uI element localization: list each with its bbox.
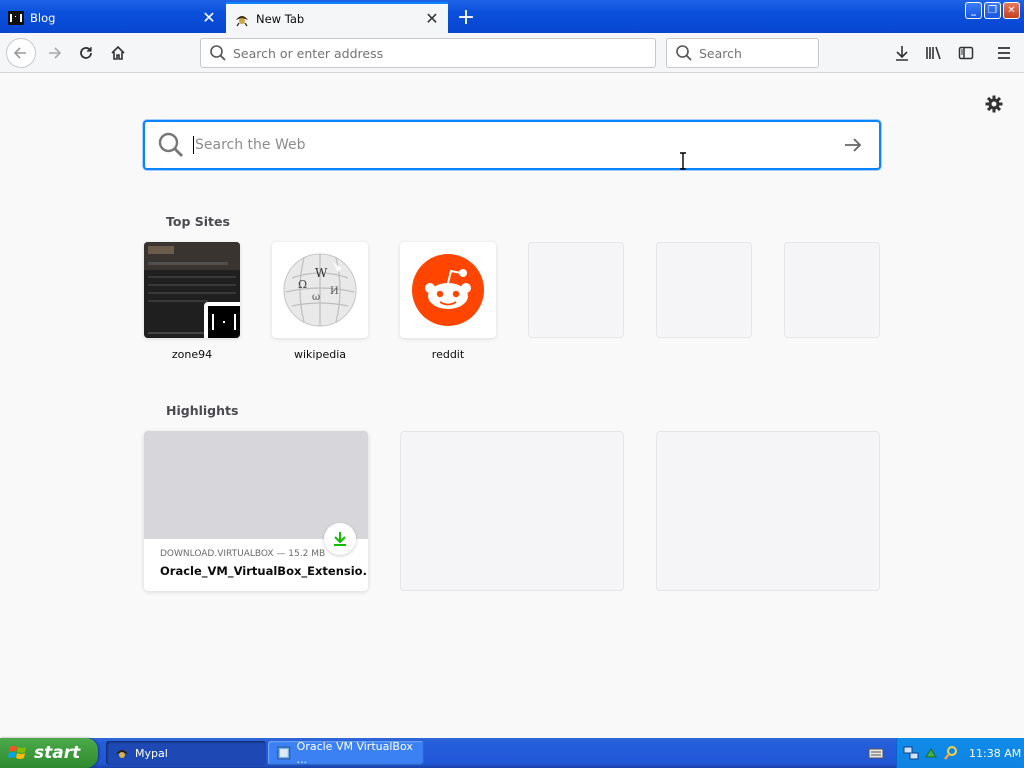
top-site-tile-empty[interactable] [528,242,624,338]
arrow-right-icon[interactable] [841,133,865,157]
top-site-label: wikipedia [293,348,346,361]
reload-button[interactable] [72,39,100,67]
highlight-title: Oracle_VM_VirtualBox_Extensio... [160,564,368,578]
download-icon [896,46,908,61]
window-controls: _ ❐ ✕ [965,2,1020,19]
top-site-tile-empty[interactable] [784,242,880,338]
taskbar-item-label: Mypal [135,746,168,760]
taskbar-item-mypal[interactable]: Mypal [106,741,266,765]
settings-gear-icon[interactable] [984,94,1004,114]
mypal-favicon-icon [236,15,248,26]
search-icon [210,45,226,61]
tab-new-tab[interactable]: New Tab ✕ [226,2,448,33]
zone94-logo-badge [204,302,240,338]
windows-taskbar: start Mypal Oracle VM VirtualBox ... 11:… [0,738,1024,768]
start-button[interactable]: start [0,738,98,768]
blog-favicon-icon [8,10,24,25]
search-bar-placeholder: Search [699,45,742,61]
search-icon [676,45,692,61]
web-search-placeholder: Search the Web [195,137,306,153]
tab-title: Blog [30,10,56,25]
navigation-toolbar: Search or enter address Search [0,33,1024,73]
top-site-tile-zone94[interactable] [144,242,240,338]
clock: 11:38 AM [969,746,1022,760]
keyboard-layout-icon[interactable] [868,745,884,761]
home-icon [111,45,125,60]
restore-button[interactable]: ❐ [984,2,1001,19]
url-bar-placeholder: Search or enter address [233,45,384,61]
highlight-card-empty [656,431,880,591]
top-site-label: reddit [431,348,465,361]
svg-text:W: W [315,266,328,280]
sidebar-button[interactable] [952,39,980,67]
hamburger-menu-icon [998,47,1010,59]
search-bar[interactable]: Search [666,38,819,68]
start-label: start [34,743,81,763]
forward-button[interactable] [40,39,68,67]
tab-close-icon[interactable]: ✕ [422,9,442,29]
wikipedia-globe-icon: Ω W И ω [283,253,357,327]
new-tab-plus-icon[interactable]: + [452,4,480,30]
close-window-button[interactable]: ✕ [1003,2,1020,19]
magnifier-tray-icon[interactable] [943,745,959,761]
download-badge [324,523,356,555]
highlight-card-empty [400,431,624,591]
safely-remove-hardware-icon[interactable] [923,745,939,761]
svg-text:ω: ω [312,292,320,303]
forward-arrow-icon [49,47,62,59]
downloads-button[interactable] [888,39,916,67]
network-icon[interactable] [903,745,919,761]
reddit-alien-icon [412,254,484,326]
back-arrow-icon [13,47,26,59]
library-button[interactable] [920,39,948,67]
tab-strip: Blog ✕ New Tab ✕ + _ ❐ ✕ [0,0,1024,33]
mypal-app-icon [116,750,128,758]
taskbar-item-label: Oracle VM VirtualBox ... [296,740,413,766]
top-site-tile-reddit[interactable] [400,242,496,338]
sidebar-icon [958,46,974,60]
home-button[interactable] [104,39,132,67]
tab-blog[interactable]: Blog ✕ [0,2,225,33]
menu-button[interactable] [990,39,1018,67]
windows-flag-icon [8,746,26,759]
reload-icon [80,47,92,59]
web-search-box[interactable]: Search the Web [143,120,881,170]
top-sites-heading: Top Sites [166,214,230,229]
top-site-tile-wikipedia[interactable]: Ω W И ω [272,242,368,338]
virtualbox-app-icon [277,746,291,760]
zone94-logo-icon [208,306,240,338]
system-tray: 11:38 AM [896,738,1024,768]
taskbar-item-virtualbox[interactable]: Oracle VM VirtualBox ... [268,740,424,766]
svg-text:И: И [330,286,339,297]
top-site-tile-empty[interactable] [656,242,752,338]
svg-text:Ω: Ω [298,278,307,291]
download-icon [334,532,346,546]
library-icon [926,46,941,60]
tab-close-icon[interactable]: ✕ [199,8,219,28]
tab-title: New Tab [256,11,305,26]
text-caret [193,136,194,154]
back-button[interactable] [6,38,36,68]
top-site-label: zone94 [171,348,213,361]
url-bar[interactable]: Search or enter address [200,38,656,68]
highlight-card-download[interactable]: DOWNLOAD.VIRTUALBOX — 15.2 MB Oracle_VM_… [144,431,368,591]
highlight-meta: DOWNLOAD.VIRTUALBOX — 15.2 MB [160,549,326,559]
highlights-heading: Highlights [166,403,239,418]
search-icon [158,132,183,157]
minimize-button[interactable]: _ [965,2,982,19]
ibeam-cursor-icon [680,152,686,170]
